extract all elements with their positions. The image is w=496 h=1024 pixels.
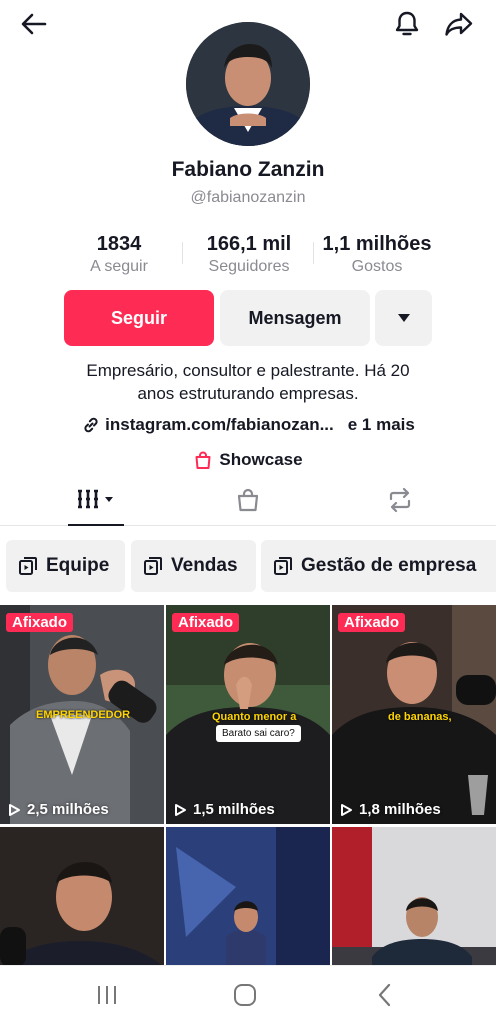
repost-icon bbox=[386, 487, 414, 518]
profile-name: Fabiano Zanzin bbox=[171, 158, 325, 181]
view-count-value: 1,8 milhões bbox=[359, 801, 441, 818]
playlist-label: Gestão de empresa bbox=[301, 555, 477, 576]
playlist-chips: Equipe Vendas Gestão de empresa bbox=[6, 540, 496, 592]
video-caption: de bananas, bbox=[388, 711, 452, 723]
tab-shop[interactable] bbox=[220, 478, 276, 526]
bio-link[interactable]: instagram.com/fabianozan... e 1 mais bbox=[0, 415, 496, 435]
video-thumbnail[interactable]: de bananas, Afixado 1,8 milhões bbox=[332, 605, 496, 824]
showcase-link[interactable]: Showcase bbox=[0, 450, 496, 470]
link-icon bbox=[81, 415, 101, 435]
stat-divider bbox=[182, 242, 183, 264]
stat-value: 1,1 milhões bbox=[322, 233, 432, 255]
bio-line: anos estruturando empresas. bbox=[137, 384, 359, 403]
playlist-chip[interactable]: Vendas bbox=[131, 540, 256, 592]
stat-likes[interactable]: 1,1 milhões Gostos bbox=[315, 232, 439, 278]
pinned-badge: Afixado bbox=[6, 613, 74, 632]
more-options-button[interactable] bbox=[375, 290, 432, 346]
tab-reposts[interactable] bbox=[372, 478, 428, 526]
playlist-icon bbox=[18, 556, 38, 576]
share-arrow-icon[interactable] bbox=[441, 6, 477, 42]
view-count: 1,8 milhões bbox=[340, 801, 441, 818]
video-caption-box: Barato sai caro? bbox=[216, 725, 301, 742]
video-thumbnail-image bbox=[166, 827, 330, 965]
play-icon bbox=[175, 803, 186, 816]
video-thumbnail[interactable] bbox=[166, 827, 330, 965]
shopping-bag-icon bbox=[235, 487, 261, 518]
view-count: 1,5 milhões bbox=[174, 801, 275, 818]
video-thumbnail[interactable]: Quanto menor a Barato sai caro? Afixado … bbox=[166, 605, 330, 824]
playlist-chip[interactable]: Equipe bbox=[6, 540, 125, 592]
shopping-bag-icon bbox=[193, 450, 213, 470]
link-more[interactable]: e 1 mais bbox=[348, 415, 415, 435]
playlist-label: Equipe bbox=[46, 555, 110, 576]
bio-line: Empresário, consultor e palestrante. Há … bbox=[86, 361, 410, 380]
caret-down-icon bbox=[396, 308, 412, 329]
tab-videos[interactable] bbox=[68, 478, 124, 526]
video-thumbnail[interactable] bbox=[332, 827, 496, 965]
link-text[interactable]: instagram.com/fabianozan... bbox=[105, 415, 334, 435]
view-count-value: 1,5 milhões bbox=[193, 801, 275, 818]
system-nav-bar bbox=[0, 965, 496, 1024]
home-icon[interactable] bbox=[230, 980, 260, 1010]
playlist-label: Vendas bbox=[171, 555, 238, 576]
video-thumbnail[interactable]: EMPREENDEDOR Afixado 2,5 milhões bbox=[0, 605, 164, 824]
recent-apps-icon[interactable] bbox=[92, 980, 122, 1010]
showcase-label: Showcase bbox=[219, 450, 303, 469]
content-tabs bbox=[0, 478, 496, 526]
playlist-chip[interactable]: Gestão de empresa bbox=[261, 540, 496, 592]
stat-label: A seguir bbox=[90, 258, 148, 275]
stat-value: 1834 bbox=[96, 233, 142, 255]
system-back-icon[interactable] bbox=[370, 980, 400, 1010]
stat-followers[interactable]: 166,1 mil Seguidores bbox=[194, 232, 304, 278]
stat-divider bbox=[313, 242, 314, 264]
stat-following[interactable]: 1834 A seguir bbox=[78, 232, 160, 278]
arrow-left-icon[interactable] bbox=[16, 6, 52, 42]
video-thumbnail-image bbox=[0, 827, 164, 965]
profile-stats: 1834 A seguir 166,1 mil Seguidores 1,1 m… bbox=[0, 232, 496, 278]
message-button[interactable]: Mensagem bbox=[220, 290, 370, 346]
play-icon bbox=[341, 803, 352, 816]
playlist-icon bbox=[143, 556, 163, 576]
view-count-value: 2,5 milhões bbox=[27, 801, 109, 818]
play-icon bbox=[9, 803, 20, 816]
avatar[interactable] bbox=[186, 22, 310, 146]
video-caption: EMPREENDEDOR bbox=[36, 709, 131, 721]
profile-bio: Empresário, consultor e palestrante. Há … bbox=[40, 359, 456, 405]
video-thumbnail-image bbox=[332, 827, 496, 965]
stat-label: Seguidores bbox=[208, 258, 290, 275]
view-count: 2,5 milhões bbox=[8, 801, 109, 818]
profile-handle: @fabianozanzin bbox=[190, 189, 306, 206]
video-caption: Quanto menor a bbox=[212, 711, 297, 723]
video-thumbnail[interactable] bbox=[0, 827, 164, 965]
stat-label: Gostos bbox=[351, 258, 403, 275]
video-grid: EMPREENDEDOR Afixado 2,5 milhões Quanto … bbox=[0, 605, 496, 965]
pinned-badge: Afixado bbox=[338, 613, 406, 632]
follow-button[interactable]: Seguir bbox=[64, 290, 214, 346]
pinned-badge: Afixado bbox=[172, 613, 240, 632]
video-grid-icon bbox=[77, 488, 115, 515]
stat-value: 166,1 mil bbox=[206, 233, 292, 255]
playlist-icon bbox=[273, 556, 293, 576]
bell-icon[interactable] bbox=[389, 6, 425, 42]
